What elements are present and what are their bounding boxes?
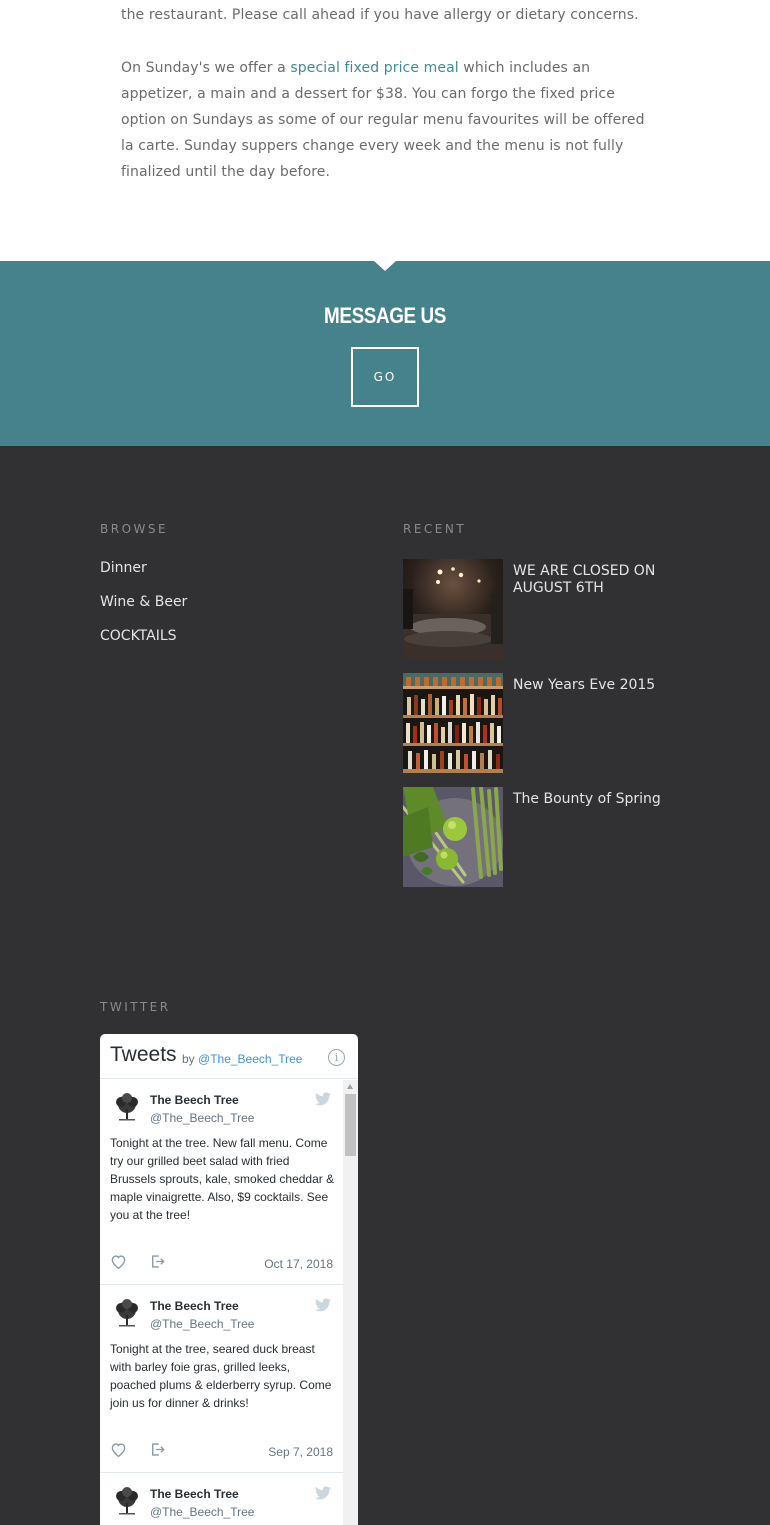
tweet-date[interactable]: Oct 17, 2018 <box>264 1257 333 1271</box>
twitter-timeline-widget[interactable]: Tweets by @The_Beech_Tree i The Beech Tr… <box>100 1034 358 1525</box>
recent-post-title[interactable]: New Years Eve 2015 <box>513 677 673 694</box>
heart-icon[interactable] <box>110 1442 127 1457</box>
share-icon[interactable] <box>149 1254 166 1269</box>
tweet-text: Tonight at the tree. New fall menu. Come… <box>110 1136 335 1222</box>
twitter-bird-icon[interactable] <box>315 1092 331 1106</box>
recent-post-title[interactable]: The Bounty of Spring <box>513 791 673 808</box>
tweet-author-handle[interactable]: @The_Beech_Tree <box>150 1317 254 1331</box>
tweet-author-name[interactable]: The Beech Tree <box>150 1093 239 1107</box>
byline-prefix: by <box>182 1052 199 1066</box>
tweet-author-name[interactable]: The Beech Tree <box>150 1299 239 1313</box>
avatar[interactable] <box>111 1486 143 1518</box>
share-icon[interactable] <box>149 1442 166 1457</box>
tweet[interactable]: The Beech Tree @The_Beech_Tree Tonight a… <box>100 1080 343 1285</box>
fixed-price-meal-link[interactable]: special fixed price meal <box>290 60 458 76</box>
intro-paragraph-2: On Sunday's we offer a special fixed pri… <box>121 55 651 185</box>
twitter-handle-link[interactable]: @The_Beech_Tree <box>198 1052 302 1066</box>
recent-post-new-years[interactable]: New Years Eve 2015 <box>403 673 673 773</box>
twitter-heading: TWITTER <box>100 1000 171 1014</box>
browse-link-wine-beer[interactable]: Wine & Beer <box>100 594 187 610</box>
message-us-band: MESSAGE US GO <box>0 261 770 446</box>
heart-icon[interactable] <box>110 1254 127 1269</box>
browse-heading: BROWSE <box>100 522 169 536</box>
recent-post-closed[interactable]: WE ARE CLOSED ON AUGUST 6TH <box>403 559 673 659</box>
avatar[interactable] <box>111 1092 143 1124</box>
scrollbar-thumb[interactable] <box>345 1094 356 1156</box>
twitter-widget-scrollbar[interactable] <box>343 1080 358 1525</box>
intro-text-after-link: which includes an appetizer, a main and … <box>121 60 645 180</box>
recent-post-thumbnail-bar-shelves[interactable] <box>403 673 503 773</box>
twitter-widget-title: Tweets <box>110 1043 177 1066</box>
tweet-author-handle[interactable]: @The_Beech_Tree <box>150 1111 254 1125</box>
tweet[interactable]: The Beech Tree @The_Beech_Tree Tonight a… <box>100 1286 343 1473</box>
section-notch <box>374 261 396 271</box>
intro-paragraph-1: the restaurant. Please call ahead if you… <box>121 7 639 23</box>
go-button[interactable]: GO <box>351 347 419 407</box>
recent-post-thumbnail-dining-room[interactable] <box>403 559 503 659</box>
twitter-widget-header: Tweets by @The_Beech_Tree i <box>100 1034 358 1079</box>
info-icon[interactable]: i <box>328 1049 345 1066</box>
tweet[interactable]: The Beech Tree @The_Beech_Tree <box>100 1474 343 1525</box>
tweet-text: Tonight at the tree, seared duck breast … <box>110 1342 332 1410</box>
footer: BROWSE Dinner Wine & Beer COCKTAILS RECE… <box>0 446 770 1525</box>
recent-heading: RECENT <box>403 522 467 536</box>
recent-post-bounty-of-spring[interactable]: The Bounty of Spring <box>403 787 673 887</box>
tweet-author-name[interactable]: The Beech Tree <box>150 1487 239 1501</box>
tweet-date[interactable]: Sep 7, 2018 <box>268 1445 333 1459</box>
scroll-up-icon[interactable] <box>347 1084 353 1089</box>
intro-text-before-link: On Sunday's we offer a <box>121 60 291 76</box>
browse-link-dinner[interactable]: Dinner <box>100 560 147 576</box>
recent-post-thumbnail-spring-produce[interactable] <box>403 787 503 887</box>
twitter-bird-icon[interactable] <box>315 1486 331 1500</box>
message-us-title: MESSAGE US <box>324 303 446 328</box>
intro-section: the restaurant. Please call ahead if you… <box>0 0 770 261</box>
avatar[interactable] <box>111 1298 143 1330</box>
browse-link-cocktails[interactable]: COCKTAILS <box>100 628 177 644</box>
tweet-author-handle[interactable]: @The_Beech_Tree <box>150 1505 254 1519</box>
recent-post-title[interactable]: WE ARE CLOSED ON AUGUST 6TH <box>513 563 673 597</box>
twitter-widget-byline: by @The_Beech_Tree <box>182 1052 302 1066</box>
twitter-bird-icon[interactable] <box>315 1298 331 1312</box>
